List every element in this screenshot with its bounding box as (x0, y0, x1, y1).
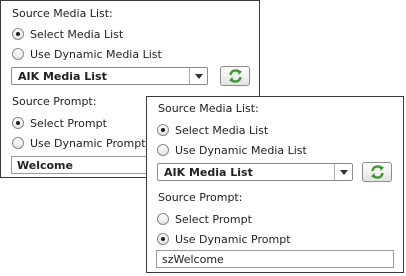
source-media-list-label: Source Media List: (158, 102, 259, 115)
chevron-down-icon[interactable] (189, 68, 207, 84)
radio-label-select-prompt: Select Prompt (175, 213, 252, 226)
media-list-select-value: AIK Media List (164, 166, 253, 179)
radio-dynamic-media-list[interactable] (157, 144, 169, 156)
radio-select-media-list[interactable] (157, 124, 169, 136)
source-prompt-label: Source Prompt: (12, 95, 97, 108)
refresh-button[interactable] (220, 66, 250, 86)
media-list-select[interactable]: AIK Media List (11, 67, 208, 85)
radio-label-dynamic-media-list: Use Dynamic Media List (175, 144, 307, 157)
radio-select-media-list[interactable] (12, 28, 24, 40)
prompt-field[interactable]: szWelcome (156, 250, 394, 268)
radio-label-select-media-list: Select Media List (30, 28, 124, 41)
radio-dynamic-prompt[interactable] (12, 137, 24, 149)
radio-label-dynamic-media-list: Use Dynamic Media List (30, 48, 162, 61)
refresh-icon (229, 69, 242, 83)
chevron-down-icon[interactable] (334, 164, 352, 180)
media-list-select-value: AIK Media List (18, 70, 107, 83)
front-panel: Source Media List: Select Media List Use… (146, 96, 404, 273)
radio-label-dynamic-prompt: Use Dynamic Prompt (175, 233, 291, 246)
radio-label-select-prompt: Select Prompt (30, 117, 107, 130)
radio-label-dynamic-prompt: Use Dynamic Prompt (30, 137, 146, 150)
source-media-list-label: Source Media List: (12, 7, 113, 20)
radio-label-select-media-list: Select Media List (175, 124, 269, 137)
prompt-field-value: Welcome (17, 159, 73, 172)
source-prompt-label: Source Prompt: (158, 191, 243, 204)
refresh-button[interactable] (362, 162, 392, 182)
radio-dynamic-prompt[interactable] (157, 233, 169, 245)
radio-dynamic-media-list[interactable] (12, 48, 24, 60)
radio-select-prompt[interactable] (157, 213, 169, 225)
prompt-field-value: szWelcome (162, 253, 224, 266)
radio-select-prompt[interactable] (12, 117, 24, 129)
media-list-select[interactable]: AIK Media List (157, 163, 353, 181)
refresh-icon (371, 165, 384, 179)
